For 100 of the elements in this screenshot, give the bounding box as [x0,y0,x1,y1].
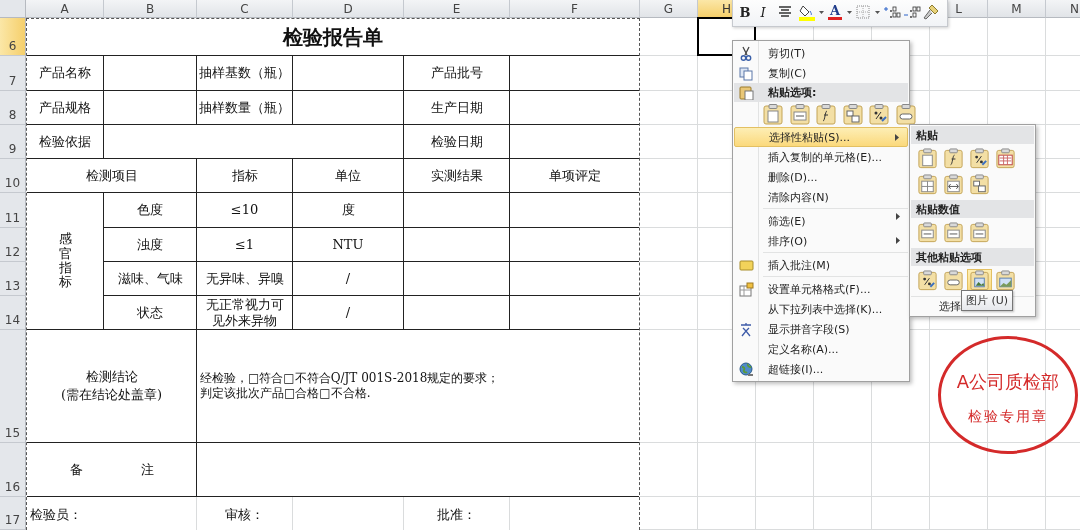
table-cell: 感官指标 [58,232,72,290]
column-heading: 检测项目 [85,166,138,185]
menu-item[interactable]: 选择性粘贴(S)... [734,127,908,147]
sheet-cell[interactable] [988,18,1046,56]
sheet-cell[interactable] [756,443,814,497]
paste-option-icon [787,102,812,127]
row-header[interactable]: 17 [0,497,26,530]
column-header[interactable]: M [988,0,1046,18]
sheet-cell[interactable] [988,497,1046,530]
table-cell: / [345,305,351,320]
row-header[interactable]: 9 [0,125,26,159]
row-header[interactable]: 15 [0,330,26,443]
paste-option-button[interactable] [941,173,966,197]
signature-label: 批准： [437,506,476,524]
paste-option-button[interactable] [941,221,966,245]
row-header[interactable]: 8 [0,91,26,125]
paste-option-button[interactable] [967,221,992,245]
menu-item[interactable]: 显示拼音字段(S) [734,319,908,339]
menu-item[interactable]: 删除(D)... [734,167,908,187]
paste-option-button[interactable] [787,102,812,127]
submenu-arrow-icon [896,213,900,220]
paste-option-button[interactable] [941,269,966,293]
paste-option-button[interactable] [993,147,1018,171]
sheet-cell[interactable] [930,56,988,91]
menu-item[interactable]: 选择 [939,298,961,314]
menu-item[interactable]: 复制(C) [734,63,908,83]
menu-item[interactable]: 超链接(I)... [734,359,908,379]
sheet-cell[interactable] [814,497,872,530]
menu-item[interactable]: 插入批注(M) [734,251,908,275]
row-header[interactable]: 12 [0,228,26,262]
paste-option-button[interactable] [915,221,940,245]
column-header[interactable]: N [1046,0,1080,18]
paste-option-button[interactable] [941,147,966,171]
clipboard-icon [739,85,754,100]
column-header[interactable]: B [104,0,197,18]
paste-option-button[interactable] [967,173,992,197]
paste-option-icon [994,269,1017,293]
table-cell: 产品规格 [39,98,91,117]
table-cell: 备 [69,460,83,479]
paste-option-button[interactable] [893,102,918,127]
copy-icon [739,65,754,81]
menu-item[interactable]: 设置单元格格式(F)... [734,275,908,299]
select-all-button[interactable] [0,0,26,18]
font-color-button[interactable]: A [827,2,843,22]
sheet-cell[interactable] [698,497,756,530]
menu-item[interactable]: 筛选(E) [734,207,908,231]
border-icon [856,5,870,19]
column-header[interactable]: D [293,0,404,18]
paste-option-button[interactable] [915,173,940,197]
sheet-cell[interactable] [872,443,930,497]
paste-option-button[interactable] [814,102,839,127]
sheet-cell[interactable] [930,497,988,530]
sheet-cell[interactable] [988,443,1046,497]
table-cell-text: 无正常视力可见外来异物 [204,296,285,329]
column-header[interactable]: C [197,0,293,18]
row-header[interactable]: 14 [0,296,26,330]
row-header[interactable]: 11 [0,193,26,228]
sheet-cell[interactable] [698,443,756,497]
sheet-cell[interactable] [814,443,872,497]
menu-item[interactable]: 从下拉列表中选择(K)... [734,299,908,319]
column-header[interactable]: F [510,0,640,18]
sheet-cell[interactable] [872,497,930,530]
menu-item[interactable]: 清除内容(N) [734,187,908,207]
column-header[interactable]: G [640,0,698,18]
paste-option-button[interactable] [993,269,1018,293]
sheet-cell[interactable] [756,497,814,530]
menu-item[interactable]: 排序(O) [734,231,908,251]
menu-item[interactable]: 剪切(T) [734,43,908,63]
sheet-cell[interactable] [988,56,1046,91]
menu-item[interactable]: 插入复制的单元格(E)... [734,147,908,167]
column-header[interactable]: E [404,0,510,18]
phonetic-icon [739,321,754,337]
menu-item[interactable]: 定义名称(A)... [734,339,908,359]
caret-icon [846,10,852,14]
menu-section-header: 粘贴 [911,126,1034,144]
sheet-cell[interactable] [930,443,988,497]
submenu-arrow-icon [895,134,899,141]
scissors-icon [739,45,754,61]
paste-option-button[interactable] [867,102,892,127]
paste-option-button[interactable] [967,269,992,293]
paste-option-icon [916,173,939,197]
column-header[interactable]: A [26,0,104,18]
table-cell: ≤1 [234,236,255,253]
paste-option-button[interactable] [915,147,940,171]
column-heading: 指标 [231,166,258,185]
row-header[interactable]: 16 [0,443,26,497]
row-header[interactable]: 6 [0,18,26,56]
format-painter-button[interactable] [923,2,939,22]
row-header[interactable]: 10 [0,159,26,193]
row-header[interactable]: 7 [0,56,26,91]
italic-button[interactable]: I [755,2,771,22]
paste-option-button[interactable] [915,269,940,293]
paste-option-button[interactable] [840,102,865,127]
paste-option-icon [968,173,991,197]
submenu-arrow-icon [896,237,900,244]
tooltip: 图片 (U) [961,290,1014,311]
table-cell: 状态 [137,303,163,322]
row-header[interactable]: 13 [0,262,26,296]
paste-option-button[interactable] [967,147,992,171]
paste-option-button[interactable] [761,102,785,127]
